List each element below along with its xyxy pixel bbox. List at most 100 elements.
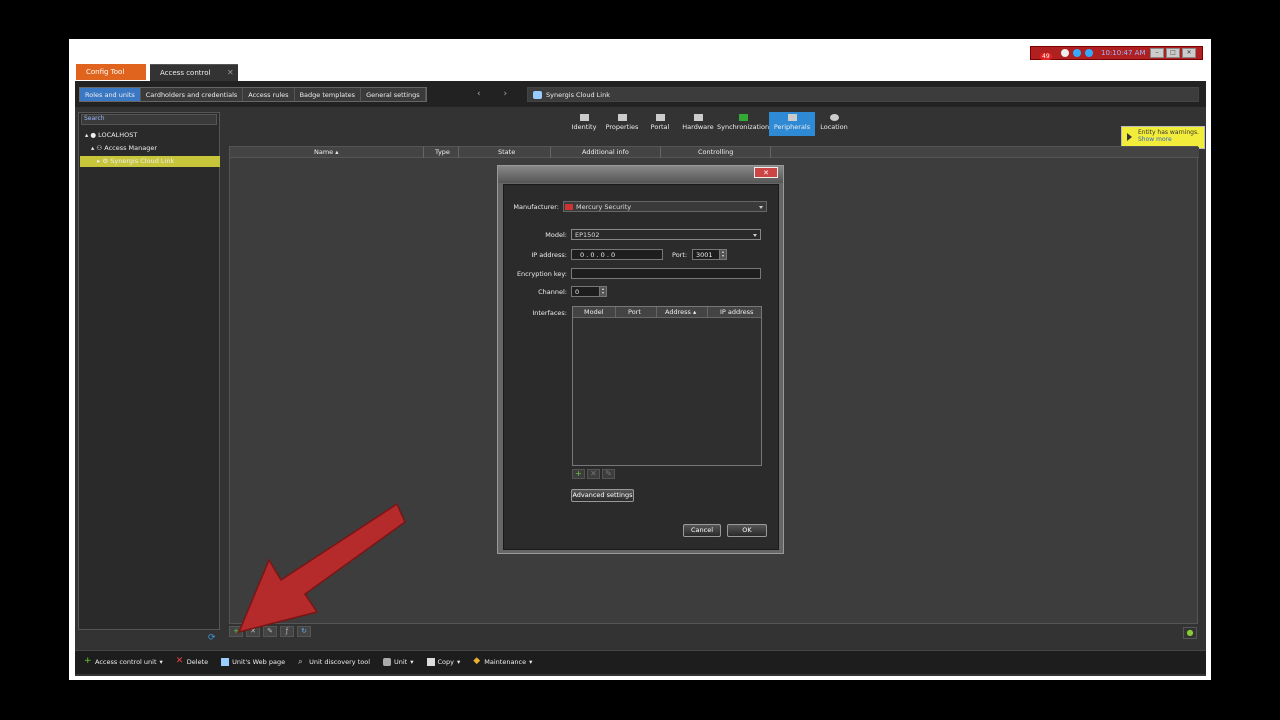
- network-icon[interactable]: [1073, 49, 1081, 57]
- model-select[interactable]: EP1502: [571, 229, 761, 240]
- tab-label: Peripherals: [773, 123, 811, 131]
- manufacturer-select[interactable]: Mercury Security: [563, 201, 767, 212]
- hardware-icon: [693, 114, 703, 121]
- col-type[interactable]: Type: [435, 148, 450, 156]
- notification-badge[interactable]: 49: [1040, 53, 1052, 60]
- edit-interface-icon[interactable]: ✎: [602, 469, 615, 479]
- maintenance-menu-button[interactable]: ◆ Maintenance ▾: [473, 656, 532, 667]
- close-button[interactable]: ✕: [1182, 48, 1196, 58]
- tab-label: Access control: [160, 69, 211, 77]
- window-controls: – □ ✕: [1150, 48, 1196, 58]
- tab-identity[interactable]: Identity: [565, 112, 603, 136]
- col-additional-info[interactable]: Additional info: [582, 148, 629, 156]
- add-interface-icon[interactable]: +: [572, 469, 585, 479]
- history-arrows[interactable]: ‹ ›: [477, 89, 517, 99]
- dialog-close-button[interactable]: ✕: [754, 167, 778, 178]
- manufacturer-value: Mercury Security: [576, 203, 632, 211]
- tab-synchronization[interactable]: Synchronization: [717, 112, 769, 136]
- port-stepper[interactable]: 3001 ▴ ▾: [692, 249, 727, 260]
- encryption-key-label: Encryption key:: [516, 270, 567, 278]
- nav-tab-roles-and-units[interactable]: Roles and units: [80, 88, 141, 101]
- tab-location[interactable]: Location: [815, 112, 853, 136]
- col-state[interactable]: State: [498, 148, 515, 156]
- action-label: Unit's Web page: [232, 658, 286, 666]
- nav-tabs: Roles and units Cardholders and credenti…: [79, 87, 427, 102]
- col-divider: [550, 147, 551, 158]
- action-label: Access control unit: [95, 658, 157, 666]
- arrow-shape: [237, 502, 406, 634]
- tab-config-tool[interactable]: Config Tool: [76, 64, 146, 80]
- sync-icon: [738, 114, 748, 121]
- interfaces-toolbar: + ✕ ✎: [572, 469, 615, 479]
- tree-item-access-manager[interactable]: ▴ ⚇ Access Manager: [91, 144, 157, 152]
- copy-menu-button[interactable]: Copy ▾: [426, 658, 460, 666]
- unit-menu-button[interactable]: Unit ▾: [383, 658, 414, 666]
- ok-button[interactable]: OK: [727, 524, 767, 537]
- add-access-control-unit-button[interactable]: + Access control unit ▾: [84, 657, 163, 667]
- nav-tab-badge-templates[interactable]: Badge templates: [295, 88, 362, 101]
- unit-web-page-button[interactable]: Unit's Web page: [221, 658, 285, 666]
- identity-icon: [579, 114, 589, 121]
- show-more-link[interactable]: Show more: [1138, 136, 1204, 143]
- web-page-icon: [221, 658, 230, 666]
- unit-discovery-tool-button[interactable]: ⌕ Unit discovery tool: [298, 657, 370, 667]
- col-ip-address[interactable]: IP address: [720, 308, 753, 316]
- delete-button[interactable]: ✕ Delete: [176, 657, 208, 667]
- ip-address-field[interactable]: 0 . 0 . 0 . 0: [571, 249, 663, 260]
- refresh-icon[interactable]: ⟳: [208, 633, 216, 643]
- col-controlling[interactable]: Controlling: [698, 148, 733, 156]
- cancel-button[interactable]: Cancel: [683, 524, 721, 537]
- action-label: Maintenance: [484, 658, 527, 666]
- warning-arrow-icon: [1127, 133, 1132, 141]
- monitor-icon[interactable]: [1085, 49, 1093, 57]
- minimize-button[interactable]: –: [1150, 48, 1164, 58]
- col-address[interactable]: Address ▴: [665, 308, 696, 316]
- action-label: Unit discovery tool: [309, 658, 370, 666]
- tab-properties[interactable]: Properties: [603, 112, 641, 136]
- tab-access-control[interactable]: Access control: [150, 64, 238, 81]
- manufacturer-label: Manufacturer:: [513, 203, 559, 211]
- entity-name: Synergis Cloud Link: [546, 91, 610, 99]
- eye-icon[interactable]: ●: [1183, 627, 1197, 639]
- ip-address-label: IP address:: [531, 251, 567, 259]
- speaker-icon[interactable]: [1061, 49, 1069, 57]
- add-unit-dialog: ✕ Manufacturer: Mercury Security Model: …: [497, 165, 784, 554]
- discovery-icon: ⌕: [298, 657, 303, 666]
- channel-stepper[interactable]: 0 ▴ ▾: [571, 286, 607, 297]
- maximize-button[interactable]: □: [1166, 48, 1180, 58]
- nav-tab-general-settings[interactable]: General settings: [361, 88, 426, 101]
- tab-hardware[interactable]: Hardware: [679, 112, 717, 136]
- spinner-arrows-icon[interactable]: ▴ ▾: [599, 287, 606, 296]
- col-divider: [660, 147, 661, 158]
- col-model[interactable]: Model: [584, 308, 604, 316]
- chevron-down-icon: ▾: [159, 658, 163, 666]
- entity-breadcrumb: Synergis Cloud Link: [527, 87, 1199, 102]
- tab-close-icon[interactable]: ✕: [227, 68, 234, 77]
- chevron-down-icon: [759, 206, 763, 209]
- nav-tab-cardholders[interactable]: Cardholders and credentials: [141, 88, 244, 101]
- maintenance-icon: ◆: [473, 656, 481, 666]
- col-port[interactable]: Port: [628, 308, 641, 316]
- cloud-link-icon: [533, 91, 542, 99]
- col-divider: [423, 147, 424, 158]
- tab-peripherals[interactable]: Peripherals: [769, 112, 815, 136]
- portal-icon: [655, 114, 665, 121]
- tab-portal[interactable]: Portal: [641, 112, 679, 136]
- advanced-settings-button[interactable]: Advanced settings: [571, 489, 634, 502]
- encryption-key-field[interactable]: [571, 268, 761, 279]
- model-value: EP1502: [575, 231, 600, 239]
- col-name[interactable]: Name ▴: [314, 148, 339, 156]
- tree-item-localhost[interactable]: ▴ ● LOCALHOST: [85, 131, 137, 139]
- tab-label: Config Tool: [86, 68, 125, 76]
- spinner-arrows-icon[interactable]: ▴ ▾: [719, 250, 726, 259]
- tree-item-synergis[interactable]: ▸ ⚙ Synergis Cloud Link: [97, 157, 174, 165]
- tree-item-label: Access Manager: [104, 144, 158, 152]
- interfaces-header: Model Port Address ▴ IP address: [573, 307, 761, 318]
- search-input[interactable]: Search: [81, 114, 217, 125]
- nav-tab-access-rules[interactable]: Access rules: [243, 88, 295, 101]
- tab-label: Location: [820, 123, 848, 131]
- tab-label: Hardware: [682, 123, 714, 131]
- delete-interface-icon[interactable]: ✕: [587, 469, 600, 479]
- red-arrow-annotation: [237, 502, 406, 634]
- dialog-body: Manufacturer: Mercury Security Model: EP…: [503, 184, 779, 550]
